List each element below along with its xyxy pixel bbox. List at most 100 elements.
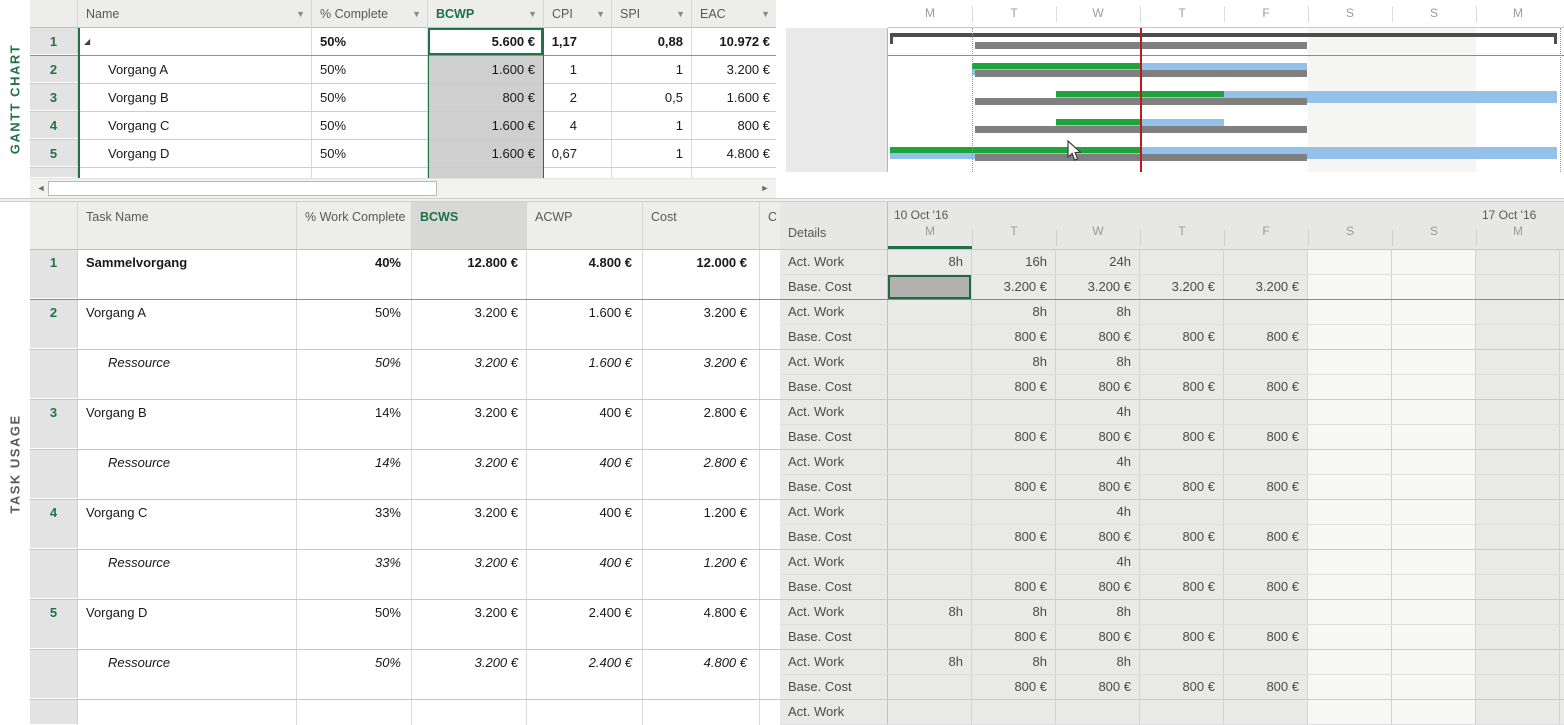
- row-number[interactable]: [30, 550, 78, 599]
- details-value-cell[interactable]: 8h: [972, 300, 1056, 324]
- bcwp-cell[interactable]: 1.600 €: [428, 140, 544, 167]
- details-value-cell[interactable]: 800 €: [1056, 475, 1140, 499]
- details-value-cell[interactable]: [1392, 350, 1476, 374]
- expand-collapse-icon[interactable]: ◢: [84, 28, 307, 55]
- cv-cell[interactable]: [760, 400, 780, 449]
- pct-work-complete-cell[interactable]: 33%: [297, 550, 412, 599]
- row-number[interactable]: [30, 700, 78, 725]
- column-header-eac[interactable]: EAC▼: [692, 0, 776, 28]
- details-value-cell[interactable]: [1476, 475, 1560, 499]
- task-name-cell[interactable]: Vorgang A: [78, 56, 312, 83]
- pct-work-complete-cell[interactable]: 40%: [297, 250, 412, 299]
- details-value-cell[interactable]: [1140, 300, 1224, 324]
- details-value-cell[interactable]: [888, 350, 972, 374]
- bcws-cell[interactable]: 3.200 €: [412, 500, 527, 549]
- bcws-cell[interactable]: 3.200 €: [412, 600, 527, 649]
- usage-column-header--work-complete[interactable]: % Work Complete: [297, 202, 412, 250]
- cv-cell[interactable]: [760, 600, 780, 649]
- details-value-cell[interactable]: [1476, 575, 1560, 599]
- details-value-cell[interactable]: 800 €: [1140, 325, 1224, 349]
- usage-column-header-acwp[interactable]: ACWP: [527, 202, 643, 250]
- details-value-cell[interactable]: [888, 325, 972, 349]
- details-value-cell[interactable]: [1224, 450, 1308, 474]
- empty-cell[interactable]: [527, 700, 643, 725]
- details-value-cell[interactable]: 800 €: [1140, 525, 1224, 549]
- column-header-name[interactable]: Name▼: [78, 0, 312, 28]
- details-value-cell[interactable]: [972, 550, 1056, 574]
- details-value-cell[interactable]: [1224, 650, 1308, 674]
- spi-cell[interactable]: 1: [612, 140, 692, 167]
- column-header-bcwp[interactable]: BCWP▼: [428, 0, 544, 28]
- details-value-cell[interactable]: [972, 400, 1056, 424]
- pct-complete-cell[interactable]: [312, 168, 428, 178]
- pct-complete-cell[interactable]: 50%: [312, 28, 428, 55]
- spi-cell[interactable]: 1: [612, 56, 692, 83]
- cost-cell[interactable]: 2.800 €: [643, 400, 760, 449]
- details-value-cell[interactable]: 800 €: [1056, 575, 1140, 599]
- spi-cell[interactable]: [612, 168, 692, 178]
- bcwp-cell[interactable]: 1.600 €: [428, 56, 544, 83]
- cv-cell[interactable]: [760, 650, 780, 699]
- row-number[interactable]: 4: [30, 500, 78, 549]
- pct-complete-cell[interactable]: 50%: [312, 112, 428, 139]
- eac-cell[interactable]: [692, 168, 776, 178]
- column-header-cpi[interactable]: CPI▼: [544, 0, 612, 28]
- acwp-cell[interactable]: 400 €: [527, 550, 643, 599]
- details-value-cell[interactable]: 800 €: [1140, 625, 1224, 649]
- details-value-cell[interactable]: 800 €: [972, 625, 1056, 649]
- details-value-cell[interactable]: [1476, 675, 1560, 699]
- cv-cell[interactable]: [760, 550, 780, 599]
- details-value-cell[interactable]: 8h: [972, 650, 1056, 674]
- eac-cell[interactable]: 4.800 €: [692, 140, 776, 167]
- details-value-cell[interactable]: [1476, 525, 1560, 549]
- details-header[interactable]: Details MTWTFSSM 10 Oct '1617 Oct '16: [780, 202, 1564, 250]
- details-value-cell[interactable]: [1140, 650, 1224, 674]
- bcwp-cell[interactable]: 5.600 €: [428, 28, 544, 55]
- cpi-cell[interactable]: [544, 168, 612, 178]
- cpi-cell[interactable]: 0,67: [544, 140, 612, 167]
- row-number[interactable]: 2: [30, 300, 78, 349]
- cost-cell[interactable]: 4.800 €: [643, 650, 760, 699]
- bcwp-cell[interactable]: 1.600 €: [428, 112, 544, 139]
- empty-cell[interactable]: [297, 700, 412, 725]
- row-number[interactable]: 2: [30, 56, 78, 83]
- details-value-cell[interactable]: 800 €: [1140, 575, 1224, 599]
- filter-dropdown-icon[interactable]: ▼: [761, 9, 772, 19]
- details-value-cell[interactable]: [1476, 375, 1560, 399]
- cost-cell[interactable]: 3.200 €: [643, 350, 760, 399]
- details-value-cell[interactable]: [1224, 700, 1308, 724]
- details-value-cell[interactable]: [1140, 700, 1224, 724]
- details-value-cell[interactable]: 8h: [972, 600, 1056, 624]
- details-value-cell[interactable]: [888, 525, 972, 549]
- cpi-cell[interactable]: 2: [544, 84, 612, 111]
- task-bar-progress[interactable]: [972, 63, 1140, 69]
- details-value-cell[interactable]: [1392, 625, 1476, 649]
- task-name-cell[interactable]: Vorgang D: [78, 140, 312, 167]
- acwp-cell[interactable]: 400 €: [527, 500, 643, 549]
- details-value-cell[interactable]: 8h: [888, 650, 972, 674]
- pct-work-complete-cell[interactable]: 14%: [297, 450, 412, 499]
- details-value-cell[interactable]: [1224, 550, 1308, 574]
- row-number[interactable]: 1: [30, 28, 78, 55]
- acwp-cell[interactable]: 2.400 €: [527, 650, 643, 699]
- cpi-cell[interactable]: 1,17: [544, 28, 612, 55]
- details-value-cell[interactable]: [1224, 600, 1308, 624]
- bcws-cell[interactable]: 12.800 €: [412, 250, 527, 299]
- details-value-cell[interactable]: [1392, 325, 1476, 349]
- details-value-cell[interactable]: [1476, 250, 1560, 274]
- bcws-cell[interactable]: 3.200 €: [412, 650, 527, 699]
- bcws-cell[interactable]: 3.200 €: [412, 400, 527, 449]
- details-value-cell[interactable]: [1392, 575, 1476, 599]
- cost-cell[interactable]: 3.200 €: [643, 300, 760, 349]
- cost-cell[interactable]: 12.000 €: [643, 250, 760, 299]
- details-value-cell[interactable]: [1308, 475, 1392, 499]
- details-value-cell[interactable]: [888, 475, 972, 499]
- details-value-cell[interactable]: [1476, 325, 1560, 349]
- details-value-cell[interactable]: [888, 575, 972, 599]
- details-value-cell[interactable]: [1476, 500, 1560, 524]
- details-value-cell[interactable]: [888, 675, 972, 699]
- details-value-cell[interactable]: [1140, 350, 1224, 374]
- task-name-cell[interactable]: Vorgang B: [78, 400, 297, 449]
- details-value-cell[interactable]: [1476, 425, 1560, 449]
- details-value-cell[interactable]: 800 €: [1056, 675, 1140, 699]
